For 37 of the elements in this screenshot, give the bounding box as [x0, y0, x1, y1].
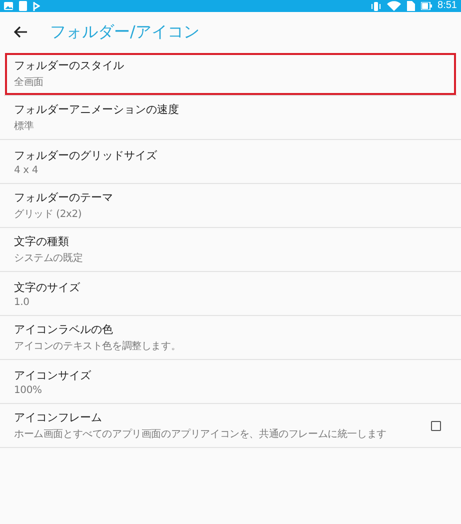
setting-title: フォルダーのスタイル: [14, 58, 125, 73]
setting-title: フォルダーアニメーションの速度: [14, 102, 180, 117]
settings-item[interactable]: フォルダーのグリッドサイズ 4 x 4: [0, 140, 461, 184]
sim-icon: [406, 1, 415, 11]
setting-summary: アイコンのテキスト色を調整します。: [14, 340, 182, 353]
settings-item[interactable]: アイコンサイズ 100%: [0, 360, 461, 404]
clock: 8:51: [438, 0, 457, 12]
checkbox[interactable]: [431, 420, 441, 430]
setting-summary: ホーム画面とすべてのアプリ画面のアプリアイコンを、共通のフレームに統一します: [14, 428, 388, 441]
settings-item[interactable]: アイコンフレーム ホーム画面とすべてのアプリ画面のアプリアイコンを、共通のフレームに統一します: [0, 404, 461, 448]
setting-summary: グリッド (2x2): [14, 208, 83, 221]
setting-summary: システムの既定: [14, 252, 84, 265]
setting-title: アイコンラベルの色: [14, 322, 114, 337]
file-icon: [19, 1, 27, 11]
setting-title: アイコンフレーム: [14, 410, 103, 425]
settings-item[interactable]: 文字のサイズ 1.0: [0, 272, 461, 316]
setting-title: 文字のサイズ: [14, 280, 81, 294]
settings-item[interactable]: フォルダーのテーマ グリッド (2x2): [0, 184, 461, 228]
vibrate-icon: [370, 2, 381, 10]
setting-summary: 4 x 4: [14, 164, 40, 176]
setting-title: フォルダーのテーマ: [14, 190, 114, 205]
settings-item[interactable]: フォルダーアニメーションの速度 標準: [0, 96, 461, 140]
setting-title: アイコンサイズ: [14, 368, 92, 382]
flag-icon: [33, 2, 40, 10]
back-button[interactable]: [14, 26, 28, 38]
setting-summary: 1.0: [14, 296, 30, 308]
setting-title: 文字の種類: [14, 234, 70, 249]
setting-summary: 100%: [14, 384, 43, 396]
wifi-icon: [386, 1, 401, 11]
settings-item[interactable]: フォルダーのスタイル 全画面: [4, 52, 457, 96]
settings-item[interactable]: 文字の種類 システムの既定: [0, 228, 461, 272]
battery-icon: [420, 2, 432, 10]
setting-title: フォルダーのグリッドサイズ: [14, 148, 158, 162]
setting-summary: 標準: [14, 120, 35, 133]
setting-summary: 全画面: [14, 76, 44, 89]
settings-item[interactable]: アイコンラベルの色 アイコンのテキスト色を調整します。: [0, 316, 461, 360]
screen-title: フォルダー/アイコン: [50, 22, 200, 42]
